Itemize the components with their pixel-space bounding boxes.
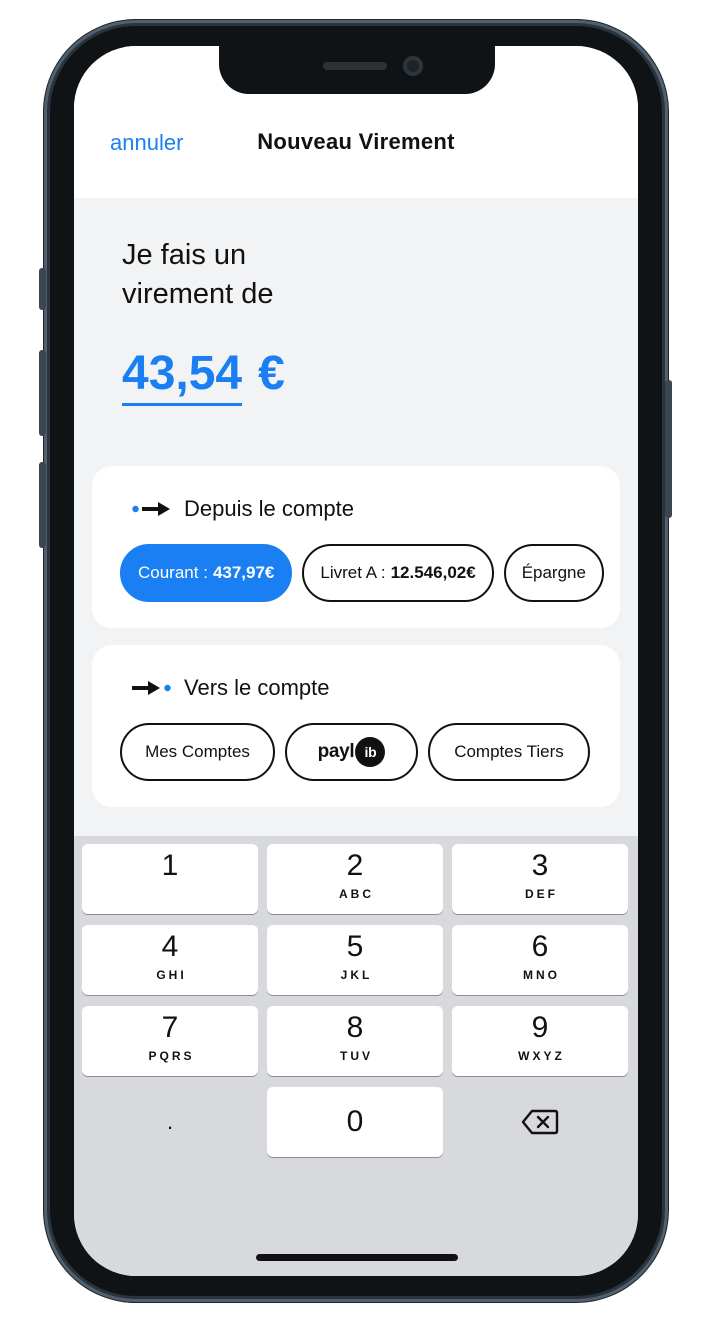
key-digit: 7 (161, 1011, 179, 1044)
volume-down-button (39, 462, 46, 548)
to-account-title: Vers le compte (184, 675, 330, 700)
account-chip-epargne[interactable]: Épargne (503, 544, 604, 602)
key-6[interactable]: 6 MNO (452, 925, 628, 995)
incoming-arrow-icon (132, 681, 171, 695)
key-digit: 9 (531, 1011, 549, 1044)
paylib-logo-icon: ib (355, 737, 386, 767)
notch (219, 46, 495, 94)
intro-text: Je fais un virement de (122, 236, 422, 314)
key-0[interactable]: 0 (267, 1087, 443, 1157)
power-button (665, 380, 672, 518)
key-3[interactable]: 3 DEF (452, 844, 628, 914)
numeric-keypad: 1 2 ABC 3 DEF 4 GHI 5 JKL 6 MNO 7 PQRS 8 (74, 836, 638, 1276)
key-decimal[interactable]: . (82, 1087, 258, 1157)
key-digit: 2 (346, 849, 364, 882)
key-digit: 6 (531, 930, 549, 963)
account-chip-courant[interactable]: Courant : 437,97€ (120, 544, 293, 602)
front-camera-icon (403, 56, 423, 76)
key-letters: ABC (339, 887, 374, 901)
key-8[interactable]: 8 TUV (267, 1006, 443, 1076)
to-account-chips: Mes Comptes payl ib Comptes Tiers (120, 723, 620, 783)
key-5[interactable]: 5 JKL (267, 925, 443, 995)
key-letters: TUV (340, 1049, 373, 1063)
key-digit: 3 (531, 849, 549, 882)
key-4[interactable]: 4 GHI (82, 925, 258, 995)
key-digit: 8 (346, 1011, 364, 1044)
key-letters: MNO (523, 968, 560, 982)
intro-line-1: Je fais un (122, 239, 247, 271)
decimal-separator: . (166, 1109, 174, 1134)
amount-display: 43,54 € (122, 346, 285, 406)
key-9[interactable]: 9 WXYZ (452, 1006, 628, 1076)
volume-up-button (39, 350, 46, 436)
from-account-chips: Courant : 437,97€ Livret A : 12.546,02€ … (120, 544, 620, 604)
currency-symbol: € (258, 347, 285, 400)
key-2[interactable]: 2 ABC (267, 844, 443, 914)
account-chip-name: Courant : (138, 563, 208, 582)
backspace-icon (521, 1109, 559, 1135)
to-account-card: Vers le compte Mes Comptes payl ib Compt… (92, 645, 620, 807)
page-title: Nouveau Virement (257, 129, 455, 154)
key-7[interactable]: 7 PQRS (82, 1006, 258, 1076)
account-chip-name: Livret A : (320, 563, 386, 582)
home-indicator[interactable] (256, 1254, 458, 1261)
third-party-accounts-button[interactable]: Comptes Tiers (428, 723, 590, 781)
account-chip-balance: 437,97€ (212, 563, 275, 582)
key-letters: JKL (340, 968, 373, 982)
from-account-title: Depuis le compte (184, 496, 354, 521)
intro-line-2: virement de (122, 278, 274, 310)
paylib-logo-text: payl (317, 741, 355, 762)
my-accounts-button[interactable]: Mes Comptes (120, 723, 275, 781)
outgoing-arrow-icon (132, 502, 170, 516)
key-delete[interactable] (452, 1087, 628, 1157)
account-chip-livret-a[interactable]: Livret A : 12.546,02€ (302, 544, 494, 602)
to-account-header: Vers le compte (132, 675, 330, 701)
from-account-card: Depuis le compte Courant : 437,97€ Livre… (92, 466, 620, 628)
account-chip-balance: 12.546,02€ (390, 563, 476, 582)
account-chip-name: Épargne (521, 563, 586, 582)
key-digit: 4 (161, 930, 179, 963)
key-1[interactable]: 1 (82, 844, 258, 914)
key-letters: WXYZ (518, 1049, 565, 1063)
silent-switch (39, 268, 46, 310)
amount-input[interactable]: 43,54 (122, 346, 243, 406)
paylib-button[interactable]: payl ib (285, 723, 418, 781)
key-letters: PQRS (148, 1049, 195, 1063)
app-screen: annuler Nouveau Virement Je fais un vire… (74, 46, 638, 1276)
key-digit: 1 (161, 849, 179, 882)
key-letters: GHI (156, 968, 187, 982)
from-account-header: Depuis le compte (132, 496, 354, 522)
speaker-grille (323, 62, 387, 70)
key-letters: DEF (525, 887, 558, 901)
key-digit: 0 (346, 1105, 364, 1138)
key-digit: 5 (346, 930, 364, 963)
